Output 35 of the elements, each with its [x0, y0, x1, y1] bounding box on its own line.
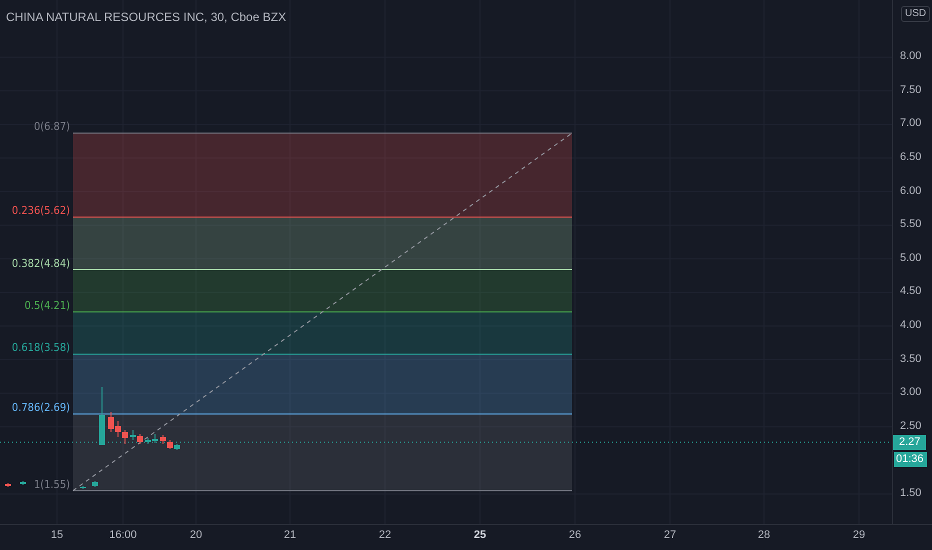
symbol-title: CHINA NATURAL RESOURCES INC, 30, Cboe BZX [6, 9, 286, 26]
price-axis-label: 4.50 [900, 286, 922, 298]
time-axis-label: 16:00 [109, 530, 137, 541]
time-axis-label: 29 [852, 530, 866, 541]
fib-level-label: 0.382(4.84) [12, 258, 70, 269]
time-axis-label: 25 [474, 530, 486, 541]
fib-level-label: 0.786(2.69) [12, 402, 70, 414]
price-axis-label: 4.00 [900, 320, 922, 331]
time-axis-label: 20 [190, 530, 202, 541]
price-axis-label: 7.50 [900, 84, 922, 96]
time-axis-label: 26 [568, 530, 582, 541]
time-axis-label: 22 [378, 530, 392, 541]
price-axis-label: 2.50 [900, 420, 922, 432]
price-axis-label: 3.00 [900, 387, 922, 398]
price-axis-label: 7.00 [900, 118, 922, 130]
last-price-label: 2.27 [893, 435, 926, 450]
countdown-label: 01:36 [894, 452, 927, 468]
fib-level-label: 0(6.87) [34, 121, 70, 132]
fib-level-label: 1(1.55) [34, 478, 70, 490]
price-axis-label: 5.00 [900, 252, 922, 264]
price-axis-label: 6.00 [900, 186, 922, 197]
price-axis-label: 1.50 [900, 488, 922, 499]
currency-button[interactable]: USD [901, 6, 930, 22]
time-axis-label: 27 [664, 530, 676, 541]
price-axis-label: 6.50 [900, 152, 922, 163]
time-axis-label: 15 [50, 530, 64, 541]
price-axis-label: 5.50 [900, 219, 922, 230]
fib-level-label: 0.5(4.21) [24, 300, 70, 311]
price-axis-label: 3.50 [900, 354, 922, 365]
time-axis-label: 28 [758, 530, 770, 541]
fibonacci-retracement-drawing[interactable] [72, 132, 572, 492]
fib-level-label: 0.236(5.62) [12, 205, 70, 216]
fib-level-label: 0.618(3.58) [12, 342, 70, 354]
price-axis-label: 8.00 [900, 51, 922, 62]
time-axis-label: 21 [284, 530, 296, 541]
